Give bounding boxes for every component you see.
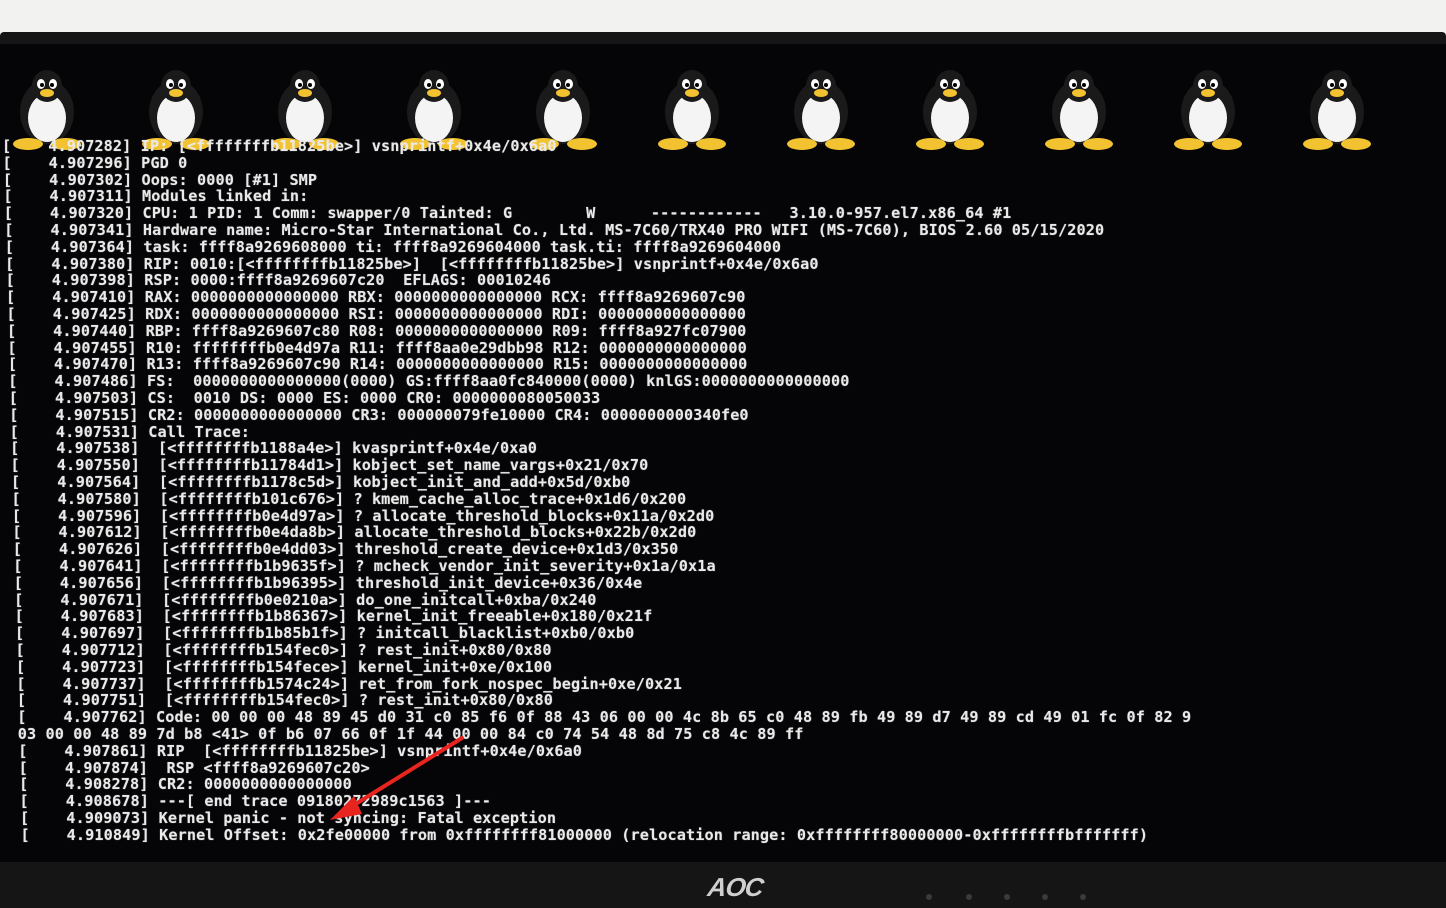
monitor-brand-logo: AOC xyxy=(705,872,765,902)
console-line: [ 4.907282] IP: [<ffffffffb11825be>] vsn… xyxy=(2,137,557,155)
console-line: [ 4.907538] [<ffffffffb1188a4e>] kvaspri… xyxy=(10,439,537,458)
console-line: [ 4.907410] RAX: 0000000000000000 RBX: 0… xyxy=(6,288,746,307)
console-line: [ 4.907751] [<ffffffffb154fec0>] ? rest_… xyxy=(16,691,553,710)
console-line: [ 4.907656] [<ffffffffb1b96395>] thresho… xyxy=(13,573,643,592)
console-line: [ 4.907550] [<ffffffffb11784d1>] kobject… xyxy=(10,456,649,475)
tux-penguin-icon xyxy=(909,60,991,150)
console-line: [ 4.907874] RSP <ffff8a9269607c20> xyxy=(18,758,370,777)
console-line: [ 4.907503] CS: 0010 DS: 0000 ES: 0000 C… xyxy=(8,389,601,407)
console-line: [ 4.907320] CPU: 1 PID: 1 Comm: swapper/… xyxy=(3,204,1012,223)
monitor-button[interactable] xyxy=(1042,894,1048,900)
kernel-console: [ 4.907282] IP: [<ffffffffb11825be>] vsn… xyxy=(0,138,1446,858)
console-line: [ 4.907683] [<ffffffffb1b86367>] kernel_… xyxy=(14,607,653,626)
console-line: [ 4.907712] [<ffffffffb154fec0>] ? rest_… xyxy=(15,641,552,659)
console-line: [ 4.907564] [<ffffffffb1178c5d>] kobject… xyxy=(11,473,631,491)
console-line: [ 4.910849] Kernel Offset: 0x2fe00000 fr… xyxy=(20,825,1149,844)
red-arrow-icon xyxy=(330,736,464,820)
console-line: [ 4.907626] [<ffffffffb0e4dd03>] thresho… xyxy=(12,540,679,559)
console-line: [ 4.907380] RIP: 0010:[<ffffffffb11825be… xyxy=(5,254,819,273)
console-line: [ 4.907515] CR2: 0000000000000000 CR3: 0… xyxy=(9,405,749,424)
monitor-screen: [ 4.907282] IP: [<ffffffffb11825be>] vsn… xyxy=(0,44,1446,862)
console-line: [ 4.908278] CR2: 0000000000000000 xyxy=(19,775,352,794)
tux-penguin-icon xyxy=(1296,60,1378,150)
console-line: [ 4.907398] RSP: 0000:ffff8a9269607c20 E… xyxy=(5,271,551,290)
console-line: [ 4.907341] Hardware name: Micro-Star In… xyxy=(4,221,1105,239)
console-line: [ 4.907697] [<ffffffffb1b85b1f>] ? initc… xyxy=(15,624,635,643)
console-line: [ 4.907440] RBP: ffff8a9269607c80 R08: 0… xyxy=(6,321,747,340)
console-line: [ 4.907455] R10: ffffffffb0e4d97a R11: f… xyxy=(7,338,747,357)
monitor-button[interactable] xyxy=(966,894,972,900)
console-line: [ 4.907486] FS: 0000000000000000(0000) G… xyxy=(8,372,850,391)
console-line: [ 4.907723] [<ffffffffb154fece>] kernel_… xyxy=(15,657,553,676)
console-line: [ 4.907861] RIP [<ffffffffb11825be>] vsn… xyxy=(18,741,583,760)
tux-penguin-icon xyxy=(1167,60,1249,150)
monitor-button[interactable] xyxy=(926,894,932,900)
console-line: [ 4.907596] [<ffffffffb0e4d97a>] ? alloc… xyxy=(11,506,715,525)
console-line: [ 4.907470] R13: ffff8a9269607c90 R14: 0… xyxy=(7,355,748,374)
console-line: [ 4.907580] [<ffffffffb101c676>] ? kmem_… xyxy=(11,489,687,508)
tux-penguin-icon xyxy=(1038,60,1120,150)
tux-penguin-icon xyxy=(651,60,733,150)
console-line: [ 4.907296] PGD 0 xyxy=(2,153,188,172)
power-button[interactable] xyxy=(1080,894,1086,900)
console-line: [ 4.907425] RDX: 0000000000000000 RSI: 0… xyxy=(6,305,746,323)
console-line: [ 4.907311] Modules linked in: xyxy=(3,187,309,206)
monitor-button[interactable] xyxy=(1004,894,1010,900)
console-line: [ 4.907612] [<ffffffffb0e4da8b>] allocat… xyxy=(12,523,697,542)
console-line: [ 4.907364] task: ffff8a9269608000 ti: f… xyxy=(4,237,782,256)
console-line: [ 4.907762] Code: 00 00 00 48 89 45 d0 3… xyxy=(17,708,1192,727)
tux-penguin-icon xyxy=(780,60,862,150)
console-line: [ 4.907641] [<ffffffffb1b9635f>] ? mchec… xyxy=(13,557,716,575)
